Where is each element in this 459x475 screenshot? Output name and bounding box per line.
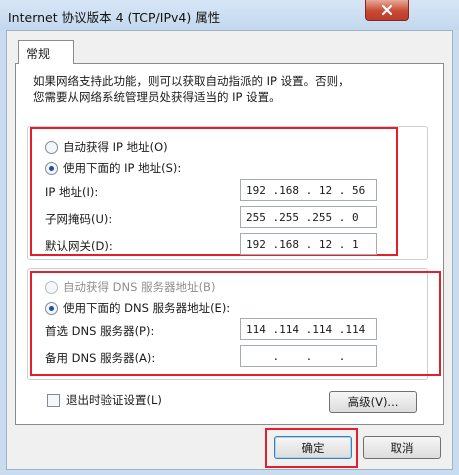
validate-settings-label: 退出时验证设置(L) — [66, 393, 162, 407]
ip-address-field[interactable]: 192 .168 . 12 . 56 — [240, 179, 377, 201]
tab-general[interactable]: 常规 — [18, 40, 74, 64]
description-text: 如果网络支持此功能，则可以获取自动指派的 IP 设置。否则， 您需要从网络系统管… — [33, 73, 433, 105]
radio-manual-ip[interactable]: 使用下面的 IP 地址(S): — [45, 160, 181, 176]
ip-address-label: IP 地址(I): — [45, 185, 99, 199]
radio-auto-dns-label: 自动获得 DNS 服务器地址(B) — [63, 280, 216, 294]
window-title: Internet 协议版本 4 (TCP/IPv4) 属性 — [8, 10, 221, 25]
radio-manual-ip-label: 使用下面的 IP 地址(S): — [63, 161, 182, 175]
default-gateway-label: 默认网关(D): — [45, 239, 113, 253]
validate-settings-checkbox[interactable] — [47, 393, 60, 407]
radio-auto-ip-circle[interactable] — [45, 140, 58, 154]
radio-manual-dns-circle[interactable] — [45, 301, 58, 315]
default-gateway-field[interactable]: 192 .168 . 12 . 1 — [240, 233, 377, 255]
close-icon — [381, 4, 393, 16]
radio-manual-dns-label: 使用下面的 DNS 服务器地址(E): — [63, 301, 231, 315]
advanced-button[interactable]: 高级(V)... — [329, 391, 417, 413]
close-button[interactable] — [365, 0, 409, 21]
cancel-button[interactable]: 取消 — [363, 436, 441, 459]
radio-auto-dns-circle[interactable] — [45, 280, 58, 294]
radio-auto-ip[interactable]: 自动获得 IP 地址(O) — [45, 139, 168, 155]
alternate-dns-label: 备用 DNS 服务器(A): — [45, 351, 156, 365]
description-line-2: 您需要从网络系统管理员处获得适当的 IP 设置。 — [33, 90, 281, 104]
description-line-1: 如果网络支持此功能，则可以获取自动指派的 IP 设置。否则， — [33, 74, 350, 88]
preferred-dns-label: 首选 DNS 服务器(P): — [45, 324, 155, 338]
subnet-mask-label: 子网掩码(U): — [45, 212, 113, 226]
alternate-dns-field[interactable]: . . . — [240, 345, 377, 367]
radio-manual-ip-circle[interactable] — [45, 161, 58, 175]
radio-auto-ip-label: 自动获得 IP 地址(O) — [63, 140, 168, 154]
radio-auto-dns[interactable]: 自动获得 DNS 服务器地址(B) — [45, 279, 215, 295]
validate-settings-option[interactable]: 退出时验证设置(L) — [47, 392, 162, 408]
radio-manual-dns[interactable]: 使用下面的 DNS 服务器地址(E): — [45, 300, 230, 316]
ok-highlight-box — [265, 428, 358, 468]
preferred-dns-field[interactable]: 114 .114 .114 .114 — [240, 318, 377, 340]
subnet-mask-field[interactable]: 255 .255 .255 . 0 — [240, 206, 377, 228]
